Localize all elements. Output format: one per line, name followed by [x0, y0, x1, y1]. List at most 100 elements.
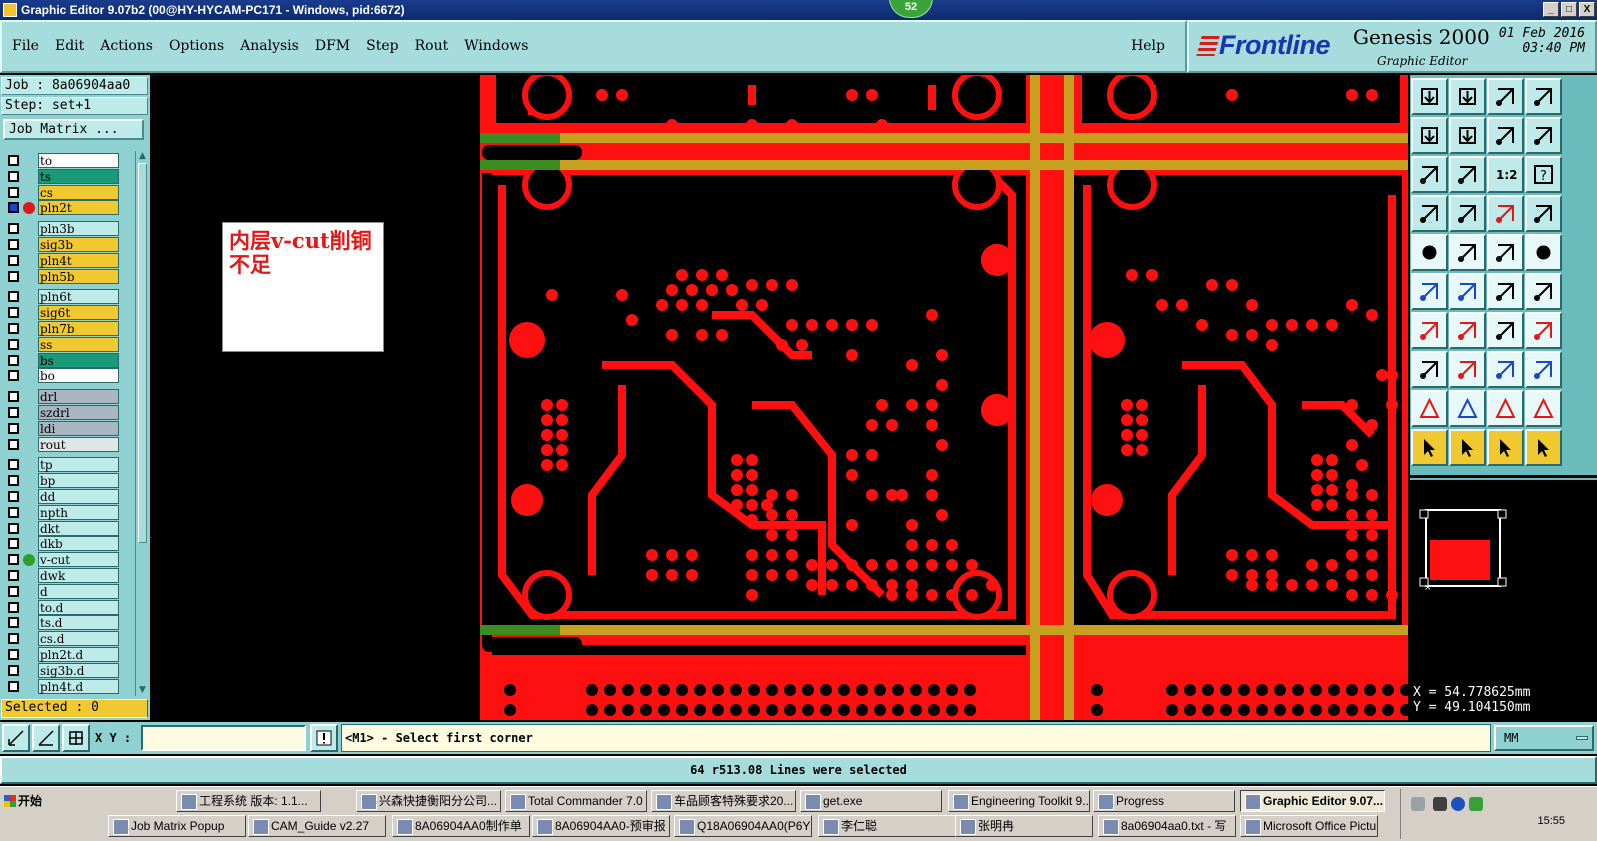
taskbar-item[interactable]: CAM_Guide v2.27 — [248, 815, 386, 837]
measure-button[interactable] — [32, 724, 60, 752]
layer-name[interactable]: pln6t — [38, 289, 119, 305]
layer-checkbox[interactable] — [8, 601, 19, 613]
overview-panel[interactable]: × — [1410, 478, 1597, 683]
array-tool[interactable] — [1525, 351, 1562, 388]
layer-row-sig6t[interactable]: sig6t — [3, 305, 135, 321]
layer-name[interactable]: v-cut — [38, 552, 119, 568]
layer-name[interactable]: drl — [38, 389, 119, 405]
layer-row-npth[interactable]: npth — [3, 504, 135, 520]
layer-row-pln2t-d[interactable]: pln2t.d — [3, 647, 135, 662]
dash-tool[interactable] — [1449, 351, 1486, 388]
layer-row-to[interactable]: to — [3, 153, 135, 168]
layer-row-dkt[interactable]: dkt — [3, 520, 135, 536]
menu-edit[interactable]: Edit — [55, 38, 84, 54]
layer-checkbox[interactable] — [8, 585, 19, 597]
layer-checkbox[interactable] — [8, 155, 19, 166]
rotate-tool[interactable] — [1487, 312, 1524, 349]
layer-row-pln7b[interactable]: pln7b — [3, 321, 135, 336]
layer-row-bp[interactable]: bp — [3, 473, 135, 489]
layer-name[interactable]: szdrl — [38, 405, 119, 420]
snap-button[interactable] — [2, 724, 30, 752]
layer-row-rout[interactable]: rout — [3, 436, 135, 452]
layer-row-v-cut[interactable]: v-cut — [3, 552, 135, 568]
layer-row-cs-d[interactable]: cs.d — [3, 631, 135, 647]
layer-row-dwk[interactable]: dwk — [3, 568, 135, 583]
layer-checkbox[interactable] — [8, 649, 19, 660]
taskbar-item[interactable]: Total Commander 7.0 ... — [505, 790, 647, 812]
menu-help[interactable]: Help — [1131, 38, 1165, 54]
layer-row-szdrl[interactable]: szdrl — [3, 405, 135, 420]
menu-windows[interactable]: Windows — [464, 38, 528, 54]
layer-name[interactable]: ss — [38, 336, 119, 352]
layer-name[interactable]: dkb — [38, 536, 119, 552]
menu-dfm[interactable]: DFM — [315, 38, 350, 54]
cross-tool[interactable] — [1449, 273, 1486, 310]
pcb-layer-view[interactable] — [152, 75, 1408, 720]
layer-name[interactable]: pln7b — [38, 321, 119, 336]
taskbar-item[interactable]: Engineering Toolkit 9.... — [948, 790, 1090, 812]
taskbar-item[interactable]: 李仁聪 — [818, 815, 956, 837]
layer-row-bo[interactable]: bo — [3, 368, 135, 384]
right-arrow-tool[interactable] — [1449, 117, 1486, 154]
layer-checkbox[interactable] — [8, 491, 19, 502]
taskbar-item[interactable]: 车品顾客特殊要求20... — [651, 790, 796, 812]
layer-checkbox[interactable] — [8, 323, 19, 334]
layer-row-to-d[interactable]: to.d — [3, 599, 135, 615]
layer-checkbox[interactable] — [8, 202, 19, 214]
line-node2-tool[interactable] — [1525, 273, 1562, 310]
layer-name[interactable]: dd — [38, 489, 119, 504]
layer-checkbox[interactable] — [8, 438, 19, 450]
layer-name[interactable]: bp — [38, 473, 119, 489]
taskbar-item[interactable]: 工程系统 版本: 1.1... — [176, 790, 321, 812]
keyboard-icon[interactable] — [1411, 797, 1425, 811]
layer-name[interactable]: pln2t — [38, 200, 119, 216]
taskbar-item[interactable]: Graphic Editor 9.07... — [1240, 790, 1385, 812]
home-tool[interactable] — [1487, 78, 1524, 115]
minimize-button[interactable]: _ — [1543, 2, 1559, 17]
layer-name[interactable]: pln3b — [38, 221, 119, 237]
mirror-tool[interactable] — [1525, 312, 1562, 349]
taskbar-item[interactable]: Q18A06904AA0(P6Y — [674, 815, 812, 837]
layer-row-d[interactable]: d — [3, 583, 135, 599]
taskbar-item[interactable]: 8a06904aa0.txt - 写 — [1098, 815, 1236, 837]
layer-row-cs[interactable]: cs — [3, 184, 135, 200]
pan-tool[interactable] — [1449, 156, 1486, 193]
arrow-icon[interactable] — [1433, 797, 1447, 811]
alert-button[interactable] — [310, 724, 338, 752]
layer-name[interactable]: sig6t — [38, 305, 119, 321]
layer-name[interactable]: cs — [38, 184, 119, 200]
pad-tool[interactable] — [1411, 234, 1448, 271]
layer-name[interactable]: ldi — [38, 420, 119, 436]
layer-checkbox[interactable] — [8, 407, 19, 418]
triangle-tool[interactable] — [1411, 390, 1448, 427]
ruler-tool[interactable] — [1487, 234, 1524, 271]
pointer2-tool[interactable] — [1449, 429, 1486, 466]
layer-checkbox[interactable] — [8, 291, 19, 303]
notification-badge[interactable]: 52 — [889, 0, 933, 18]
layer-checkbox[interactable] — [8, 617, 19, 629]
job-matrix-button[interactable]: Job Matrix ... — [3, 119, 144, 140]
taskbar-item[interactable]: Microsoft Office Pictu — [1240, 815, 1378, 837]
s-shape-tool[interactable] — [1525, 117, 1562, 154]
pad-move-tool[interactable] — [1411, 351, 1448, 388]
layer-checkbox[interactable] — [8, 422, 19, 434]
layer-red-tool[interactable] — [1487, 195, 1524, 232]
layer-row-ts-d[interactable]: ts.d — [3, 615, 135, 631]
layer-checkbox[interactable] — [8, 370, 19, 382]
triangle4-tool[interactable] — [1525, 390, 1562, 427]
line-node-tool[interactable] — [1487, 273, 1524, 310]
layer-checkbox[interactable] — [8, 223, 19, 235]
layer-checkbox[interactable] — [8, 307, 19, 319]
layer-name[interactable]: pln4t.d — [38, 678, 119, 694]
help-tool[interactable]: ? — [1525, 156, 1562, 193]
layer-name[interactable]: dkt — [38, 520, 119, 536]
layer-name[interactable]: bo — [38, 368, 119, 384]
slash-tool[interactable] — [1449, 312, 1486, 349]
dot-tool[interactable] — [1525, 234, 1562, 271]
layer-name[interactable]: rout — [38, 436, 119, 452]
stretch-tool[interactable] — [1487, 351, 1524, 388]
close-button[interactable]: X — [1579, 2, 1595, 17]
taskbar-item[interactable]: 8A06904AA0制作单 — [392, 815, 530, 837]
start-button[interactable]: 开始 — [2, 790, 48, 812]
layer-name[interactable]: sig3b — [38, 237, 119, 252]
